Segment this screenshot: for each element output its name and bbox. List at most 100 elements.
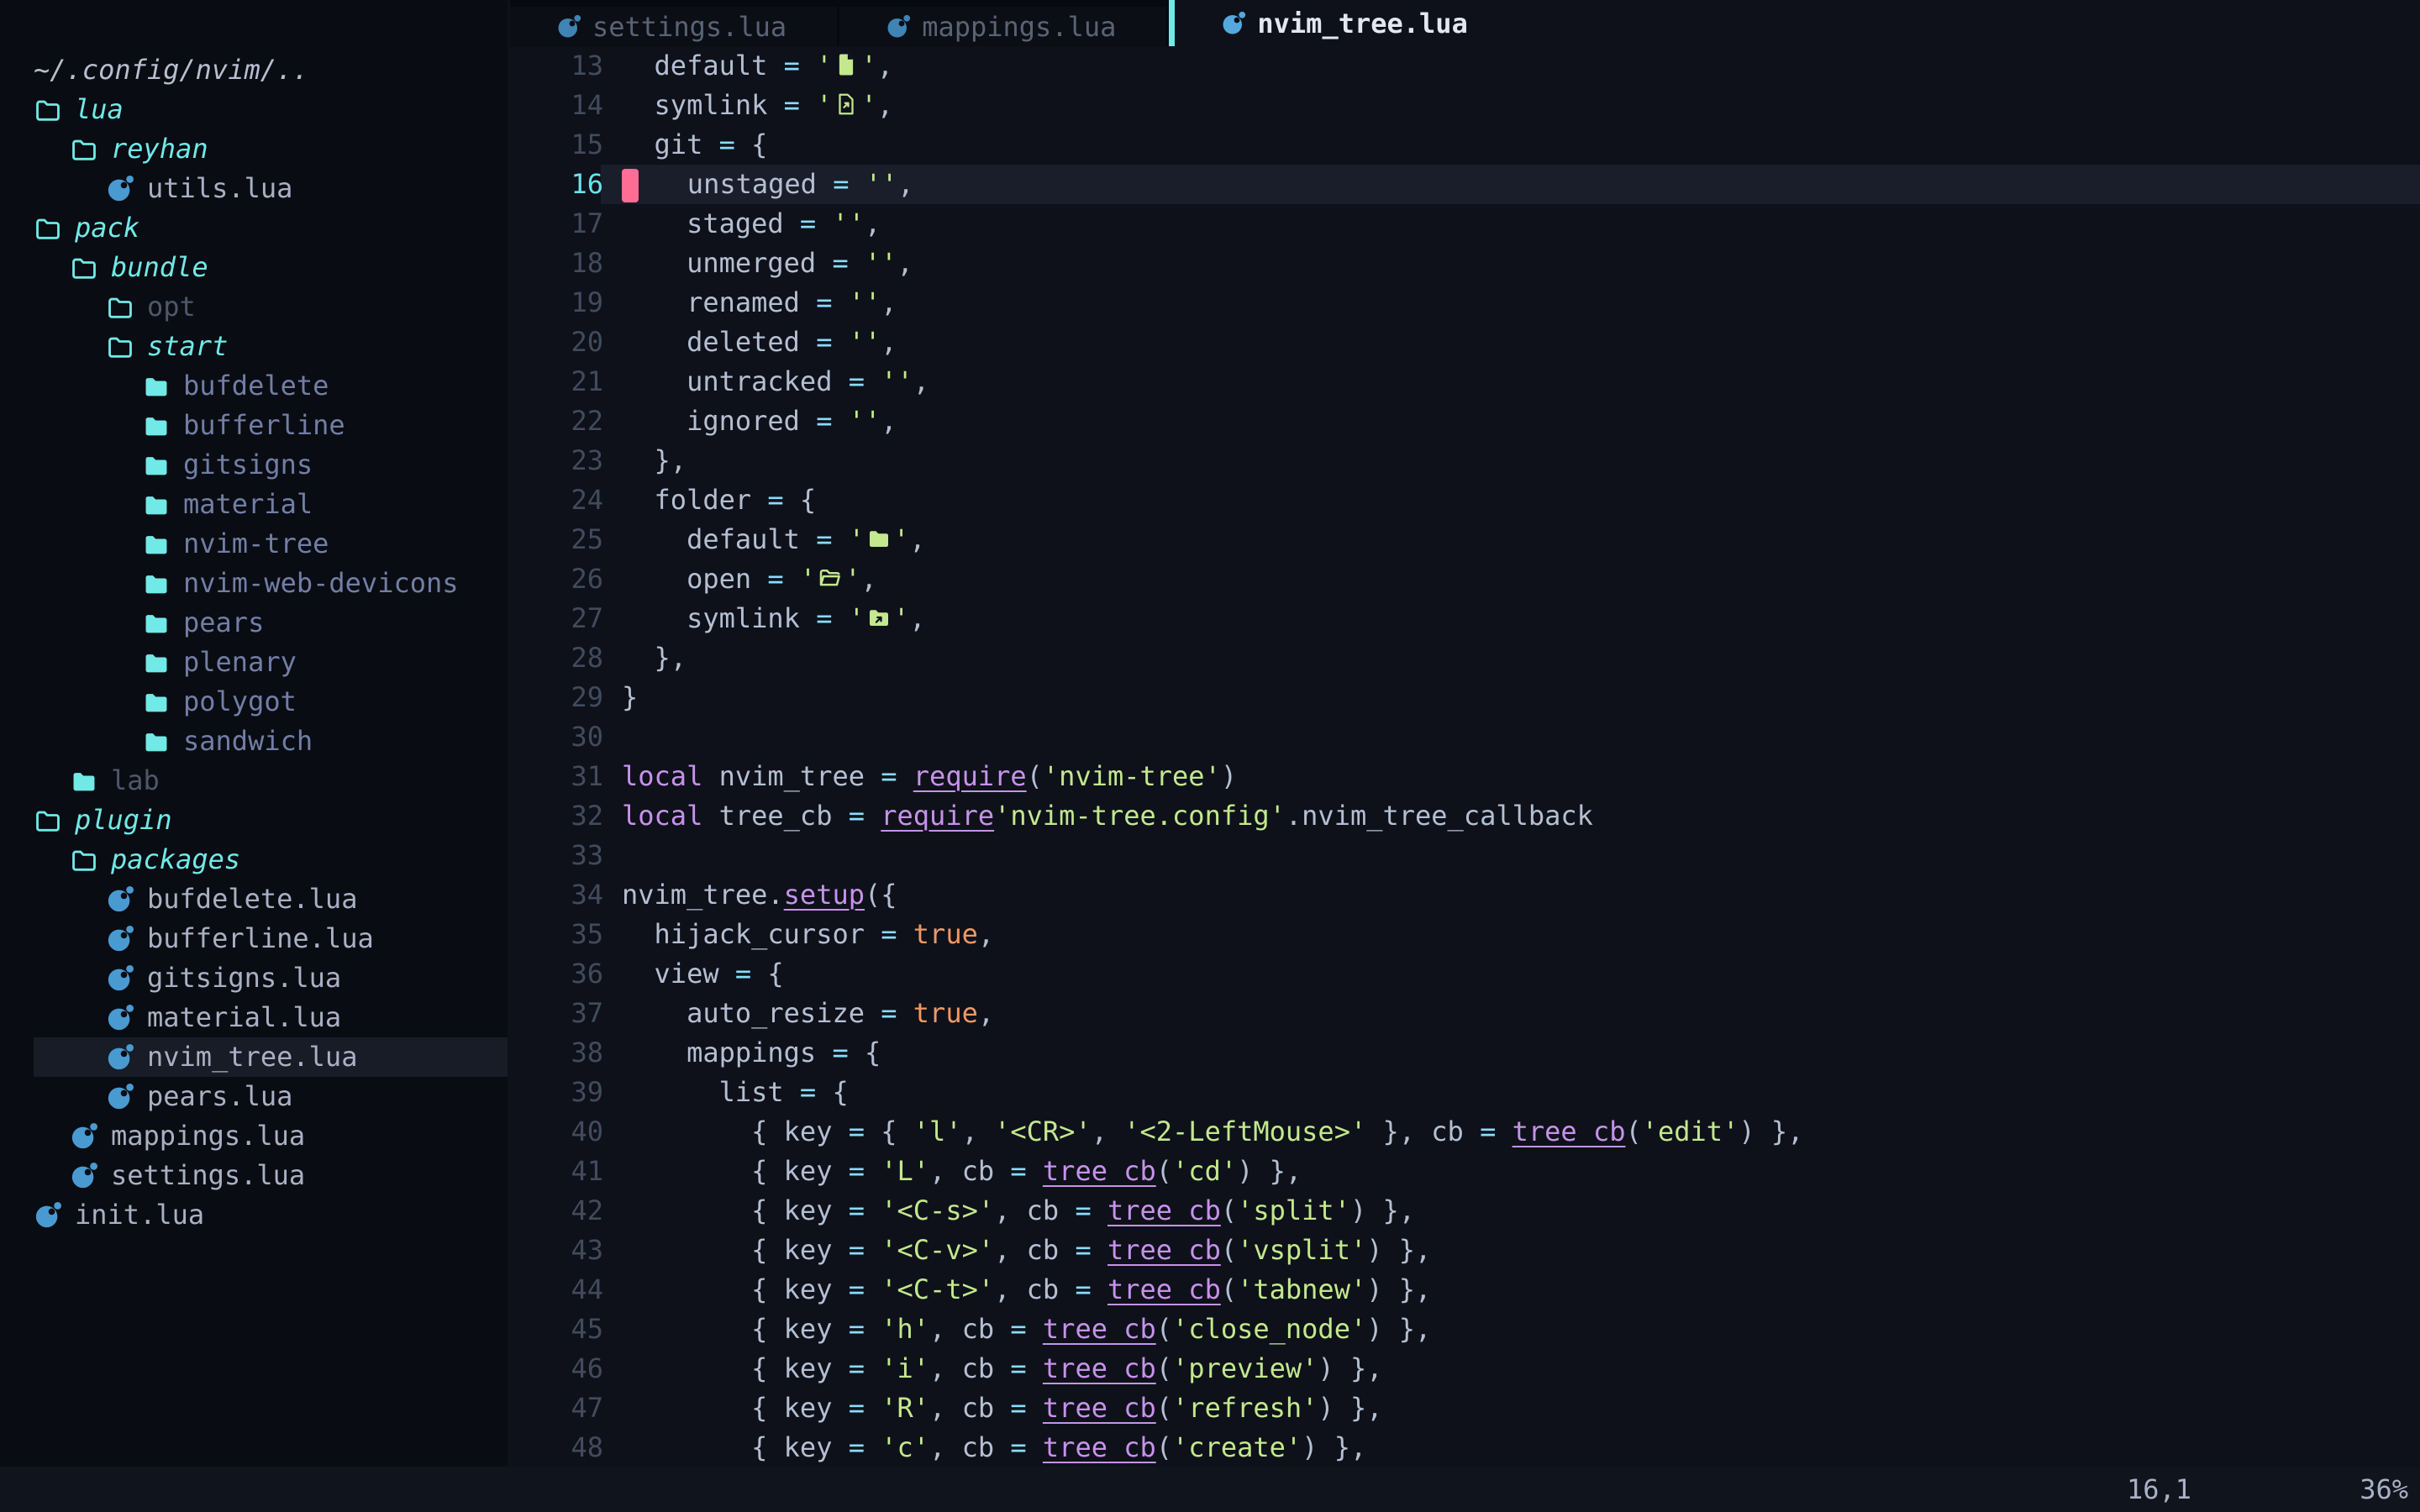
line-number: 40 [508,1112,603,1152]
code-line-13[interactable]: 13 default = '', [508,46,2420,86]
tree-item-start[interactable]: start [0,327,508,366]
code-segment: , [909,523,925,555]
tree-item-nvim-tree[interactable]: nvim-tree [0,524,508,564]
code-line-16[interactable]: 16 unstaged = '', [508,165,2420,204]
tree-item-polygot[interactable]: polygot [0,682,508,722]
code-line-39[interactable]: 39 list = { [508,1073,2420,1112]
code-text: view = { [622,954,784,994]
tree-item-lab[interactable]: lab [0,761,508,801]
tab-nvim_tree.lua[interactable]: nvim_tree.lua [1175,0,1518,46]
code-line-30[interactable]: 30 [508,717,2420,757]
tree-item-pears.lua[interactable]: pears.lua [0,1077,508,1116]
tree-item-material.lua[interactable]: material.lua [0,998,508,1037]
code-line-14[interactable]: 14 symlink = '', [508,86,2420,125]
tree-item-label: pack [75,208,139,248]
tree-item-plugin[interactable]: plugin [0,801,508,840]
code-line-35[interactable]: 35 hijack_cursor = true, [508,915,2420,954]
tree-item-plenary[interactable]: plenary [0,643,508,682]
tree-item-sandwich[interactable]: sandwich [0,722,508,761]
code-segment: 'create' [1172,1431,1302,1463]
code-line-20[interactable]: 20 deleted = '', [508,323,2420,362]
tree-item-lua[interactable]: lua [0,90,508,129]
line-number: 21 [508,362,603,402]
tree-item-opt[interactable]: opt [0,287,508,327]
code-line-28[interactable]: 28 }, [508,638,2420,678]
tree-item-label: nvim_tree.lua [147,1037,357,1077]
tree-item-bufferline.lua[interactable]: bufferline.lua [0,919,508,958]
code-segment: 'vsplit' [1237,1234,1366,1266]
tree-item-init.lua[interactable]: init.lua [0,1195,508,1235]
tree-item-gitsigns.lua[interactable]: gitsigns.lua [0,958,508,998]
code-segment: ({ [865,879,897,911]
tree-item-nvim-web-devicons[interactable]: nvim-web-devicons [0,564,508,603]
code-line-17[interactable]: 17 staged = '', [508,204,2420,244]
tree-item-pears[interactable]: pears [0,603,508,643]
code-line-48[interactable]: 48 { key = 'c', cb = tree_cb('create') }… [508,1428,2420,1467]
tree-item-utils.lua[interactable]: utils.lua [0,169,508,208]
tree-item-bufdelete[interactable]: bufdelete [0,366,508,406]
line-number: 29 [508,678,603,717]
code-line-47[interactable]: 47 { key = 'R', cb = tree_cb('refresh') … [508,1389,2420,1428]
code-line-27[interactable]: 27 symlink = '', [508,599,2420,638]
code-segment: ) }, [1318,1392,1382,1424]
code-segment: ( [1027,760,1043,792]
tree-item-packages[interactable]: packages [0,840,508,879]
tree-item-bufdelete.lua[interactable]: bufdelete.lua [0,879,508,919]
code-line-26[interactable]: 26 open = '', [508,559,2420,599]
code-line-25[interactable]: 25 default = '', [508,520,2420,559]
code-segment: = [849,1313,865,1345]
code-segment: = [849,1234,865,1266]
code-text: { key = '<C-t>', cb = tree_cb('tabnew') … [622,1270,1431,1310]
line-number: 17 [508,204,603,244]
code-line-41[interactable]: 41 { key = 'L', cb = tree_cb('cd') }, [508,1152,2420,1191]
code-segment: ' [860,89,876,121]
tree-item-mappings.lua[interactable]: mappings.lua [0,1116,508,1156]
code-lines: 13 default = '',14 symlink = '',15 git =… [508,46,2420,1467]
code-line-33[interactable]: 33 [508,836,2420,875]
code-line-34[interactable]: 34nvim_tree.setup({ [508,875,2420,915]
tab-mappings.lua[interactable]: mappings.lua [839,7,1166,46]
code-segment: symlink [622,89,784,121]
tree-item-nvim_tree.lua[interactable]: nvim_tree.lua [0,1037,508,1077]
code-line-42[interactable]: 42 { key = '<C-s>', cb = tree_cb('split'… [508,1191,2420,1231]
tree-item-settings.lua[interactable]: settings.lua [0,1156,508,1195]
tree-item-reyhan[interactable]: reyhan [0,129,508,169]
tree-item-gitsigns[interactable]: gitsigns [0,445,508,485]
code-line-40[interactable]: 40 { key = { 'l', '<CR>', '<2-LeftMouse>… [508,1112,2420,1152]
tree-item-label: init.lua [75,1195,204,1235]
code-line-29[interactable]: 29} [508,678,2420,717]
code-segment: ) }, [1318,1352,1382,1384]
code-line-21[interactable]: 21 untracked = '', [508,362,2420,402]
code-segment: = [767,484,783,516]
code-line-37[interactable]: 37 auto_resize = true, [508,994,2420,1033]
code-line-38[interactable]: 38 mappings = { [508,1033,2420,1073]
code-line-18[interactable]: 18 unmerged = '', [508,244,2420,283]
code-line-24[interactable]: 24 folder = { [508,480,2420,520]
code-line-23[interactable]: 23 }, [508,441,2420,480]
code-segment [849,247,865,279]
tree-item-bundle[interactable]: bundle [0,248,508,287]
line-number: 42 [508,1191,603,1231]
code-line-19[interactable]: 19 renamed = '', [508,283,2420,323]
code-line-44[interactable]: 44 { key = '<C-t>', cb = tree_cb('tabnew… [508,1270,2420,1310]
code-line-45[interactable]: 45 { key = 'h', cb = tree_cb('close_node… [508,1310,2420,1349]
code-line-31[interactable]: 31local nvim_tree = require('nvim-tree') [508,757,2420,796]
code-line-43[interactable]: 43 { key = '<C-v>', cb = tree_cb('vsplit… [508,1231,2420,1270]
tree-item-material[interactable]: material [0,485,508,524]
code-line-22[interactable]: 22 ignored = '', [508,402,2420,441]
code-segment: ' [860,50,876,81]
code-segment: default [622,50,784,81]
code-line-32[interactable]: 32local tree_cb = require'nvim-tree.conf… [508,796,2420,836]
code-segment: tree_cb [1107,1273,1221,1305]
tree-item-bufferline[interactable]: bufferline [0,406,508,445]
code-line-15[interactable]: 15 git = { [508,125,2420,165]
code-editor[interactable]: 13 default = '',14 symlink = '',15 git =… [508,46,2420,1467]
code-line-36[interactable]: 36 view = { [508,954,2420,994]
tree-item-pack[interactable]: pack [0,208,508,248]
tree-item-.confignvim..[interactable]: ~/.config/nvim/.. [0,50,508,90]
code-segment: '' [849,286,881,318]
code-segment: , cb [994,1194,1075,1226]
code-segment [1496,1116,1512,1147]
code-line-46[interactable]: 46 { key = 'i', cb = tree_cb('preview') … [508,1349,2420,1389]
tab-settings.lua[interactable]: settings.lua [510,7,837,46]
